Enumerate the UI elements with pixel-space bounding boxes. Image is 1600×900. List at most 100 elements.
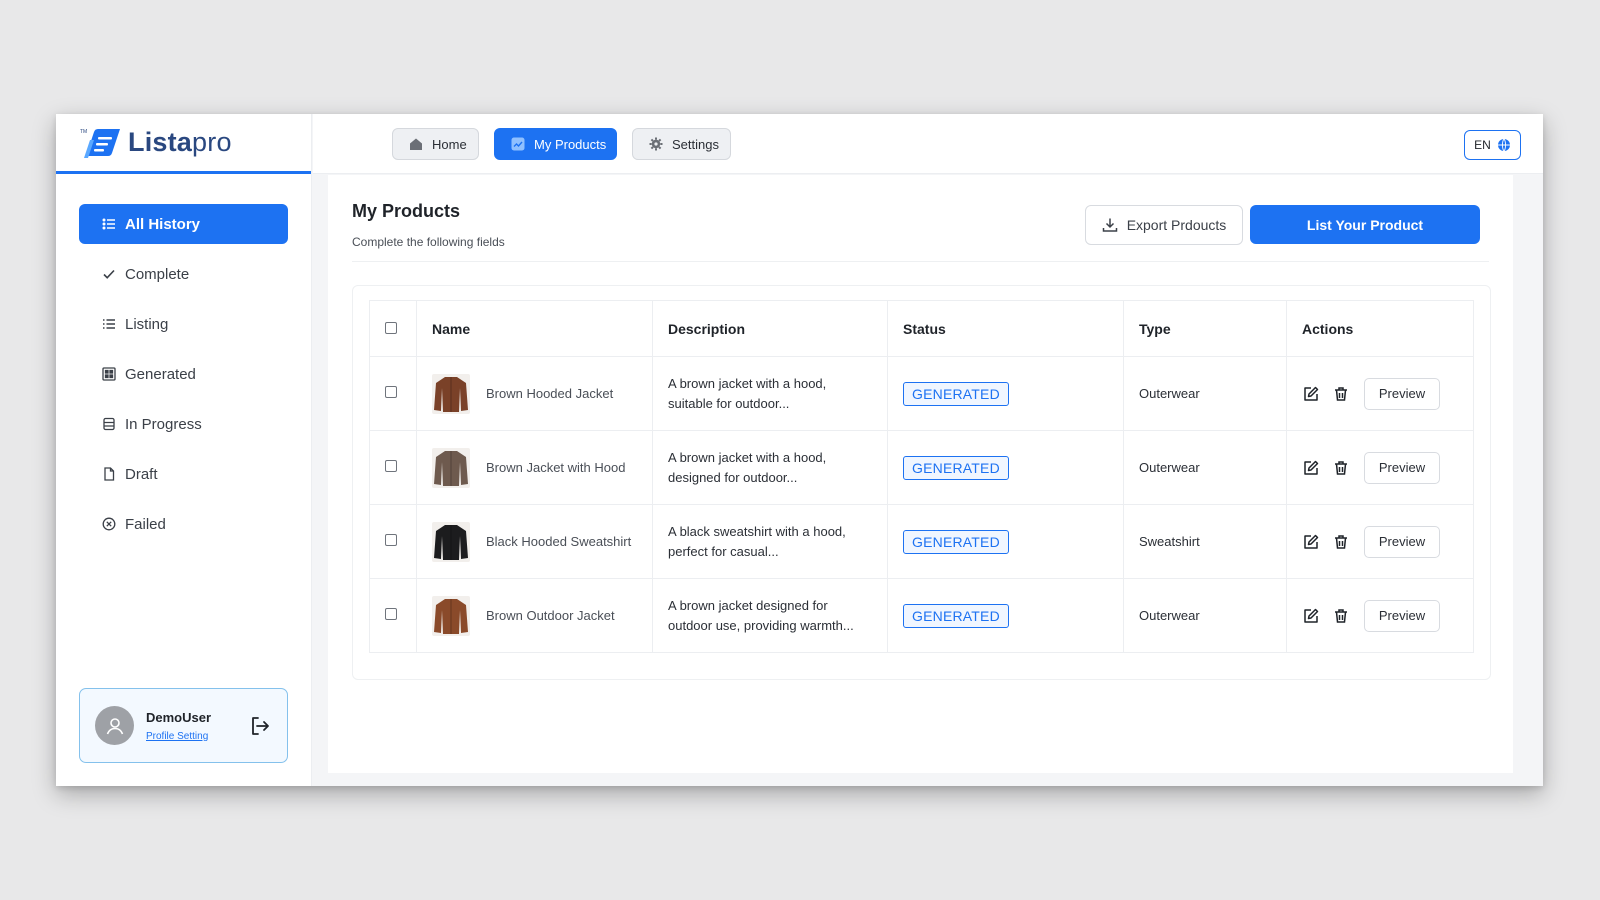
list-your-product-button[interactable]: List Your Product [1250, 205, 1480, 244]
type-cell: Sweatshirt [1123, 504, 1287, 579]
select-all-checkbox[interactable] [385, 321, 397, 334]
product-thumbnail[interactable] [432, 447, 470, 488]
profile-setting-link[interactable]: Profile Setting [146, 731, 211, 742]
product-thumbnail[interactable] [432, 595, 470, 636]
product-thumbnail[interactable] [432, 373, 470, 414]
trash-icon[interactable] [1332, 385, 1350, 403]
trash-icon[interactable] [1332, 533, 1350, 551]
product-type: Outerwear [1139, 608, 1200, 623]
name-cell: Black Hooded Sweatshirt [416, 504, 653, 579]
row-checkbox[interactable] [385, 608, 397, 620]
logo[interactable]: TM Listapro [56, 114, 311, 174]
type-cell: Outerwear [1123, 430, 1287, 505]
row-checkbox[interactable] [385, 460, 397, 472]
row-checkbox[interactable] [385, 386, 397, 398]
product-description: A brown jacket designed for outdoor use,… [668, 597, 854, 633]
file-icon [101, 466, 117, 482]
status-cell: GENERATED [887, 504, 1124, 579]
trash-icon[interactable] [1332, 607, 1350, 625]
product-type: Outerwear [1139, 460, 1200, 475]
product-description: A black sweatshirt with a hood, perfect … [668, 523, 846, 559]
sidebar-item-failed[interactable]: Failed [79, 504, 288, 544]
tab-my-products[interactable]: My Products [494, 128, 617, 160]
actions-cell: Preview [1286, 578, 1474, 653]
page-subtitle: Complete the following fields [352, 235, 505, 249]
sidebar-item-in-progress[interactable]: In Progress [79, 404, 288, 444]
logout-icon[interactable] [248, 714, 272, 738]
sidebar-item-listing[interactable]: Listing [79, 304, 288, 344]
status-badge: GENERATED [903, 529, 1009, 554]
tab-settings[interactable]: Settings [632, 128, 731, 160]
sidebar-item-label: In Progress [125, 415, 202, 433]
product-name: Brown Hooded Jacket [486, 386, 614, 401]
logo-icon: TM [80, 126, 124, 160]
language-selector[interactable]: EN [1464, 130, 1521, 160]
sidebar-item-label: Draft [125, 465, 158, 483]
header-name[interactable]: Name [416, 300, 653, 357]
edit-icon[interactable] [1302, 533, 1320, 551]
preview-button[interactable]: Preview [1364, 525, 1440, 558]
table-row: Brown Hooded Jacket A brown jacket with … [369, 356, 1474, 431]
preview-button[interactable]: Preview [1364, 451, 1440, 484]
sidebar-item-generated[interactable]: Generated [79, 354, 288, 394]
user-card: DemoUser Profile Setting [79, 688, 288, 763]
row-select-cell [369, 356, 417, 431]
product-description: A brown jacket with a hood, designed for… [668, 449, 827, 485]
header-actions: Actions [1286, 300, 1474, 357]
home-icon [409, 137, 423, 151]
edit-icon[interactable] [1302, 459, 1320, 477]
x-circle-icon [101, 516, 117, 532]
app-window: TM Listapro All History Complete Listing… [56, 114, 1543, 786]
products-table: Name Description Status Type Actions Bro… [369, 300, 1474, 653]
avatar[interactable] [95, 706, 134, 745]
status-cell: GENERATED [887, 356, 1124, 431]
type-cell: Outerwear [1123, 356, 1287, 431]
sidebar-item-complete[interactable]: Complete [79, 254, 288, 294]
table-header-row: Name Description Status Type Actions [369, 300, 1474, 357]
actions-cell: Preview [1286, 356, 1474, 431]
bullet-list-icon [101, 316, 117, 332]
product-name: Brown Jacket with Hood [486, 460, 626, 475]
main-panel: My Products Complete the following field… [328, 175, 1513, 773]
page-title: My Products [352, 201, 461, 221]
edit-icon[interactable] [1302, 607, 1320, 625]
product-description: A brown jacket with a hood, suitable for… [668, 375, 827, 411]
gear-icon [649, 137, 663, 151]
logo-tm: TM [80, 129, 87, 135]
export-products-button[interactable]: Export Prdoucts [1085, 205, 1243, 245]
sidebar-item-all-history[interactable]: All History [79, 204, 288, 244]
description-cell: A brown jacket with a hood, suitable for… [652, 356, 888, 431]
table-row: Black Hooded Sweatshirt A black sweatshi… [369, 504, 1474, 579]
chart-icon [511, 137, 525, 151]
preview-button[interactable]: Preview [1364, 377, 1440, 410]
product-type: Sweatshirt [1139, 534, 1200, 549]
header-description[interactable]: Description [652, 300, 888, 357]
status-badge: GENERATED [903, 381, 1009, 406]
stack-icon [101, 416, 117, 432]
tab-home[interactable]: Home [392, 128, 479, 160]
trash-icon[interactable] [1332, 459, 1350, 477]
status-cell: GENERATED [887, 578, 1124, 653]
product-type: Outerwear [1139, 386, 1200, 401]
grid-icon [101, 366, 117, 382]
description-cell: A black sweatshirt with a hood, perfect … [652, 504, 888, 579]
product-thumbnail[interactable] [432, 521, 470, 562]
header-status[interactable]: Status [887, 300, 1124, 357]
check-icon [101, 266, 117, 282]
description-cell: A brown jacket designed for outdoor use,… [652, 578, 888, 653]
tab-label: Home [432, 136, 467, 152]
tab-label: Settings [672, 136, 719, 152]
sidebar-item-draft[interactable]: Draft [79, 454, 288, 494]
sidebar-item-label: Generated [125, 365, 196, 383]
header-type[interactable]: Type [1123, 300, 1287, 357]
products-table-card: Name Description Status Type Actions Bro… [352, 285, 1491, 680]
select-all-cell [369, 300, 417, 357]
preview-button[interactable]: Preview [1364, 599, 1440, 632]
table-row: Brown Outdoor Jacket A brown jacket desi… [369, 578, 1474, 653]
tab-label: My Products [534, 136, 607, 152]
edit-icon[interactable] [1302, 385, 1320, 403]
user-name: DemoUser [146, 709, 212, 725]
row-checkbox[interactable] [385, 534, 397, 546]
product-name: Brown Outdoor Jacket [486, 608, 615, 623]
name-cell: Brown Hooded Jacket [416, 356, 653, 431]
